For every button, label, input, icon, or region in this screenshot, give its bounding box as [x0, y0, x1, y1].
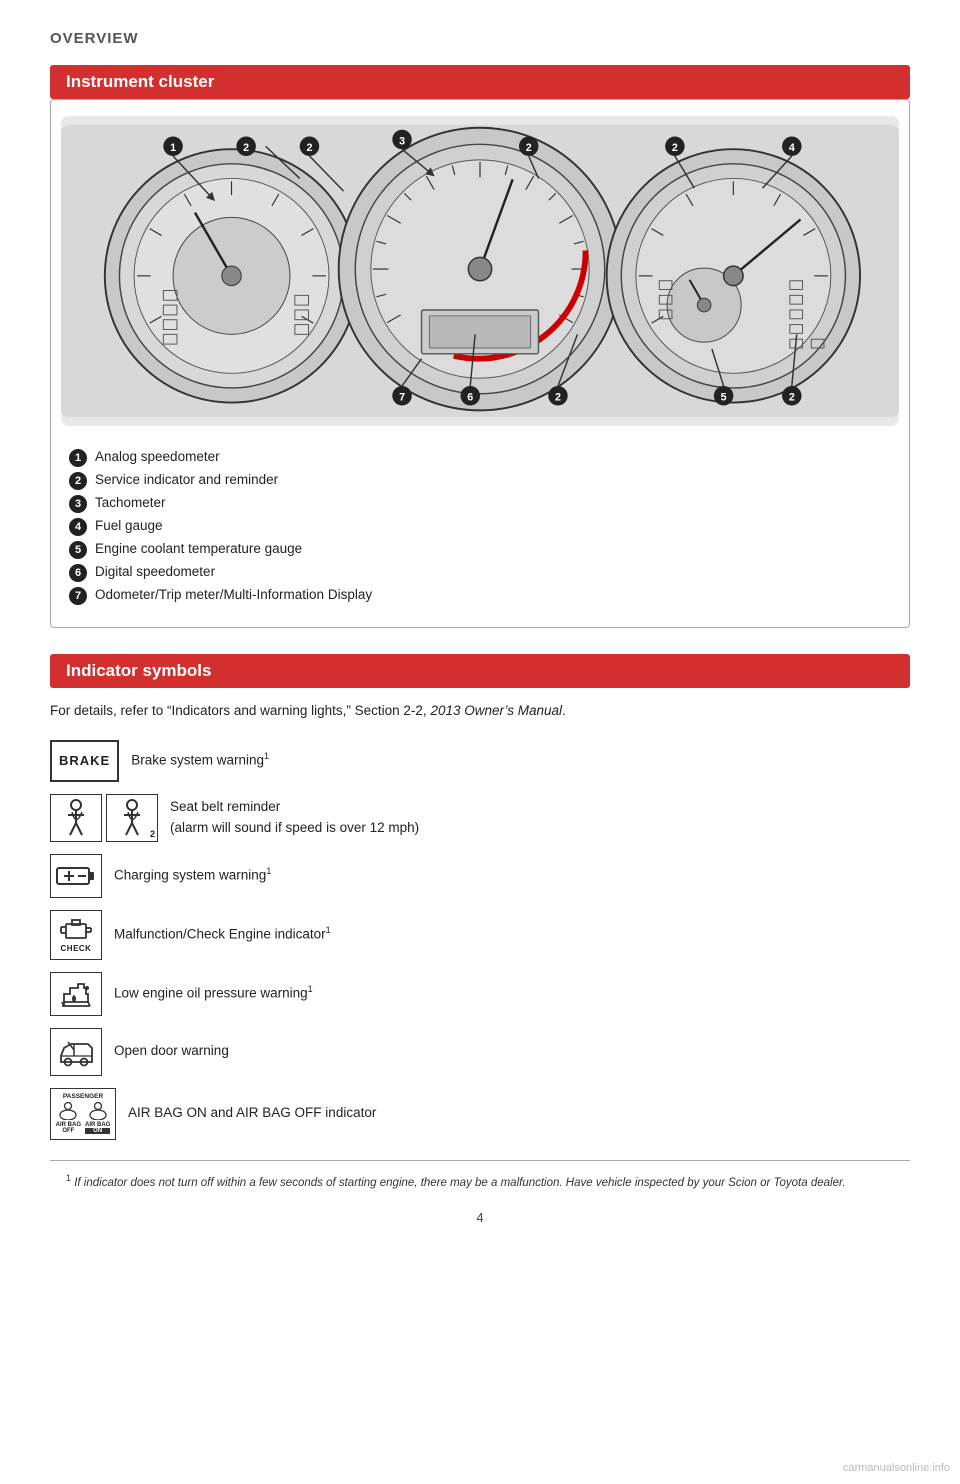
svg-text:2: 2 [789, 392, 795, 404]
footnote-divider [50, 1160, 910, 1161]
list-item: 7 Odometer/Trip meter/Multi-Information … [69, 586, 899, 605]
item-number-3: 3 [69, 495, 87, 513]
airbag-label: AIR BAG ON and AIR BAG OFF indicator [128, 1103, 376, 1123]
instrument-cluster-section: Instrument cluster [50, 65, 910, 628]
svg-text:1: 1 [170, 142, 176, 154]
item-number-7: 7 [69, 587, 87, 605]
item-number-1: 1 [69, 449, 87, 467]
list-item: 5 Engine coolant temperature gauge [69, 540, 899, 559]
indicator-row-door: Open door warning [50, 1028, 910, 1076]
indicator-row-airbag: PASSENGER AIR BAG OFF [50, 1088, 910, 1140]
brake-label: Brake system warning1 [131, 750, 269, 771]
instrument-cluster-box: 1 [50, 99, 910, 628]
list-item: 6 Digital speedometer [69, 563, 899, 582]
list-item: 1 Analog speedometer [69, 448, 899, 467]
svg-text:2: 2 [672, 142, 678, 154]
check-engine-label: Malfunction/Check Engine indicator1 [114, 924, 331, 945]
oil-label: Low engine oil pressure warning1 [114, 983, 313, 1004]
svg-text:7: 7 [399, 392, 405, 404]
door-label: Open door warning [114, 1041, 229, 1061]
seatbelt-label: Seat belt reminder (alarm will sound if … [170, 797, 419, 838]
svg-text:3: 3 [399, 135, 405, 147]
indicator-row-check-engine: CHECK Malfunction/Check Engine indicator… [50, 910, 910, 960]
cluster-diagram: 1 [61, 116, 899, 426]
indicator-intro-text: For details, refer to “Indicators and wa… [50, 700, 910, 722]
cluster-item-list: 1 Analog speedometer 2 Service indicator… [61, 440, 899, 609]
indicator-symbols-section: Indicator symbols For details, refer to … [50, 654, 910, 1140]
page-section-title: OVERVIEW [50, 30, 910, 47]
brake-icon-box: BRAKE [50, 740, 119, 782]
seatbelt-icon-box-1 [50, 794, 102, 842]
watermark: carmanualsonline.info [843, 1462, 950, 1474]
indicator-row-charging: Charging system warning1 [50, 854, 910, 898]
item-number-5: 5 [69, 541, 87, 559]
svg-text:2: 2 [526, 142, 532, 154]
check-engine-icon-box: CHECK [50, 910, 102, 960]
charging-icon-box [50, 854, 102, 898]
airbag-icon-box: PASSENGER AIR BAG OFF [50, 1088, 116, 1140]
svg-text:2: 2 [555, 392, 561, 404]
check-text: CHECK [61, 944, 92, 953]
charging-label: Charging system warning1 [114, 865, 271, 886]
indicator-row-brake: BRAKE Brake system warning1 [50, 740, 910, 782]
item-number-2: 2 [69, 472, 87, 490]
svg-text:5: 5 [721, 392, 727, 404]
indicator-symbols-header: Indicator symbols [50, 654, 910, 688]
list-item: 3 Tachometer [69, 494, 899, 513]
indicator-row-seatbelt: 2 Seat belt reminder (alarm will sound i… [50, 794, 910, 842]
svg-text:2: 2 [243, 142, 249, 154]
item-number-4: 4 [69, 518, 87, 536]
item-number-6: 6 [69, 564, 87, 582]
instrument-cluster-header: Instrument cluster [50, 65, 910, 99]
brake-text: BRAKE [59, 753, 110, 768]
indicator-row-oil: Low engine oil pressure warning1 [50, 972, 910, 1016]
svg-text:4: 4 [789, 142, 795, 154]
svg-text:2: 2 [307, 142, 313, 154]
page-number: 4 [50, 1210, 910, 1225]
footnote-text: 1 If indicator does not turn off within … [50, 1171, 910, 1192]
oil-icon-box [50, 972, 102, 1016]
seatbelt-icon-box-2: 2 [106, 794, 158, 842]
svg-text:6: 6 [467, 392, 473, 404]
list-item: 2 Service indicator and reminder [69, 471, 899, 490]
list-item: 4 Fuel gauge [69, 517, 899, 536]
door-icon-box [50, 1028, 102, 1076]
